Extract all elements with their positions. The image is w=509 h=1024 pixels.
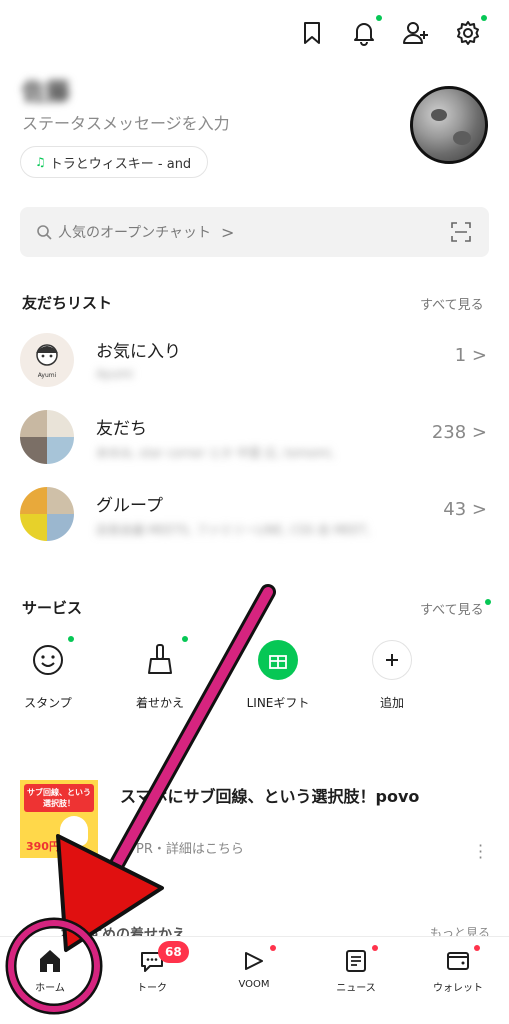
friend-row-sub: Ayumi <box>96 367 134 381</box>
friend-row-count: 238 > <box>431 422 487 443</box>
nav-label: ウォレット <box>433 983 483 994</box>
voom-icon <box>245 952 263 970</box>
settings-icon[interactable] <box>453 15 487 48</box>
chevron-right-icon: > <box>471 422 487 443</box>
music-note-icon: ♫ <box>35 155 46 169</box>
friend-row-sub: 店長会議 MEETS, ファミリーLINE, CSS 会 MEET, <box>96 523 371 537</box>
sticker-icon <box>28 640 68 680</box>
banner-title[interactable]: スマホにサブ回線、という選択肢！povo <box>120 786 420 808</box>
search-icon <box>37 225 52 240</box>
nav-label: ホーム <box>35 983 65 994</box>
services-see-all-link[interactable]: すべて見る <box>420 599 484 618</box>
banner-image[interactable]: サブ回線、という選択肢！ 390円 <box>20 780 98 858</box>
unread-badge: 68 <box>158 941 189 963</box>
groups-avatar <box>20 487 74 541</box>
wallet-dot <box>474 945 480 951</box>
friend-row-label: 友だち <box>96 419 147 439</box>
open-chat-search-bar[interactable]: 人気のオープンチャット > <box>20 207 489 257</box>
search-placeholder: 人気のオープンチャット <box>58 225 212 241</box>
bell-icon[interactable] <box>349 15 382 48</box>
theme-brush-icon <box>140 640 180 680</box>
service-label: 着せかえ <box>135 696 184 710</box>
annotation-arrow-shaft <box>103 587 273 885</box>
search-chevron-icon: > <box>221 222 235 242</box>
wallet-icon <box>447 952 469 970</box>
chevron-right-icon: > <box>471 345 487 366</box>
bookmark-icon[interactable] <box>297 18 327 48</box>
friend-row-count: 1 > <box>454 345 487 366</box>
nav-home[interactable]: ホーム <box>0 937 100 1024</box>
svg-text:Ayumi: Ayumi <box>38 372 57 379</box>
settings-dot <box>481 15 487 21</box>
banner-subtitle[interactable]: PR・詳細はこちら <box>136 838 244 857</box>
nav-talk[interactable]: 68 トーク <box>102 937 202 1024</box>
friend-row-count: 43 > <box>443 499 487 520</box>
service-label: LINEギフト <box>246 696 310 710</box>
service-sticker[interactable]: スタンプ <box>8 636 88 711</box>
friends-section-title: 友だちリスト <box>22 294 113 312</box>
home-icon <box>40 950 60 972</box>
news-dot <box>372 945 378 951</box>
nav-wallet[interactable]: ウォレット <box>408 937 508 1024</box>
music-title: トラとウィスキー - and <box>49 156 192 172</box>
friend-row-label: お気に入り <box>96 342 181 362</box>
bottom-nav: ホーム 68 トーク VOOM ニュース ウォレット <box>0 936 509 1024</box>
banner-mascot <box>60 816 88 846</box>
nav-label: トーク <box>137 983 167 994</box>
nav-label: VOOM <box>238 979 270 990</box>
friend-row-sub: あゆみ, star corner とか 中里 広, tomomi, <box>96 446 335 460</box>
sticker-dot <box>68 636 74 642</box>
profile-avatar[interactable] <box>410 86 488 164</box>
add-friend-icon[interactable] <box>401 18 431 48</box>
gift-icon <box>258 640 298 680</box>
banner-price: 390円 <box>26 840 60 853</box>
profile-name[interactable]: 佐藤 <box>22 72 70 107</box>
status-message-input[interactable]: ステータスメッセージを入力 <box>22 110 230 134</box>
voom-dot <box>270 945 276 951</box>
friend-row-groups[interactable]: グループ 店長会議 MEETS, ファミリーLINE, CSS 会 MEET, … <box>20 487 489 547</box>
theme-dot <box>182 636 188 642</box>
nav-voom[interactable]: VOOM <box>204 937 304 1024</box>
annotation-arrow-outline <box>100 584 276 888</box>
nav-news[interactable]: ニュース <box>306 937 406 1024</box>
profile-music-chip[interactable]: ♫ トラとウィスキー - and <box>20 146 208 178</box>
services-dot <box>485 599 491 605</box>
service-add[interactable]: 追加 <box>352 640 432 711</box>
service-theme[interactable]: 着せかえ <box>120 636 200 711</box>
service-gift[interactable]: LINEギフト <box>238 640 318 711</box>
friend-row-label: グループ <box>96 496 163 516</box>
chevron-right-icon: > <box>471 499 487 520</box>
qr-scan-icon[interactable] <box>451 222 471 242</box>
friends-avatar <box>20 410 74 464</box>
banner-image-text: サブ回線、という選択肢！ <box>24 784 94 812</box>
friend-row-favorites[interactable]: Ayumi お気に入り Ayumi 1 > <box>20 333 489 393</box>
friend-row-friends[interactable]: 友だち あゆみ, star corner とか 中里 広, tomomi, 23… <box>20 410 489 470</box>
friends-see-all-link[interactable]: すべて見る <box>420 294 484 313</box>
services-section-title: サービス <box>22 599 83 617</box>
news-icon <box>346 950 366 972</box>
nav-label: ニュース <box>336 983 376 994</box>
notification-dot <box>376 15 382 21</box>
favorites-avatar: Ayumi <box>20 333 74 387</box>
plus-icon <box>372 640 412 680</box>
service-label: 追加 <box>379 696 404 710</box>
service-label: スタンプ <box>24 696 72 710</box>
more-options-icon[interactable]: · · · <box>478 838 483 866</box>
